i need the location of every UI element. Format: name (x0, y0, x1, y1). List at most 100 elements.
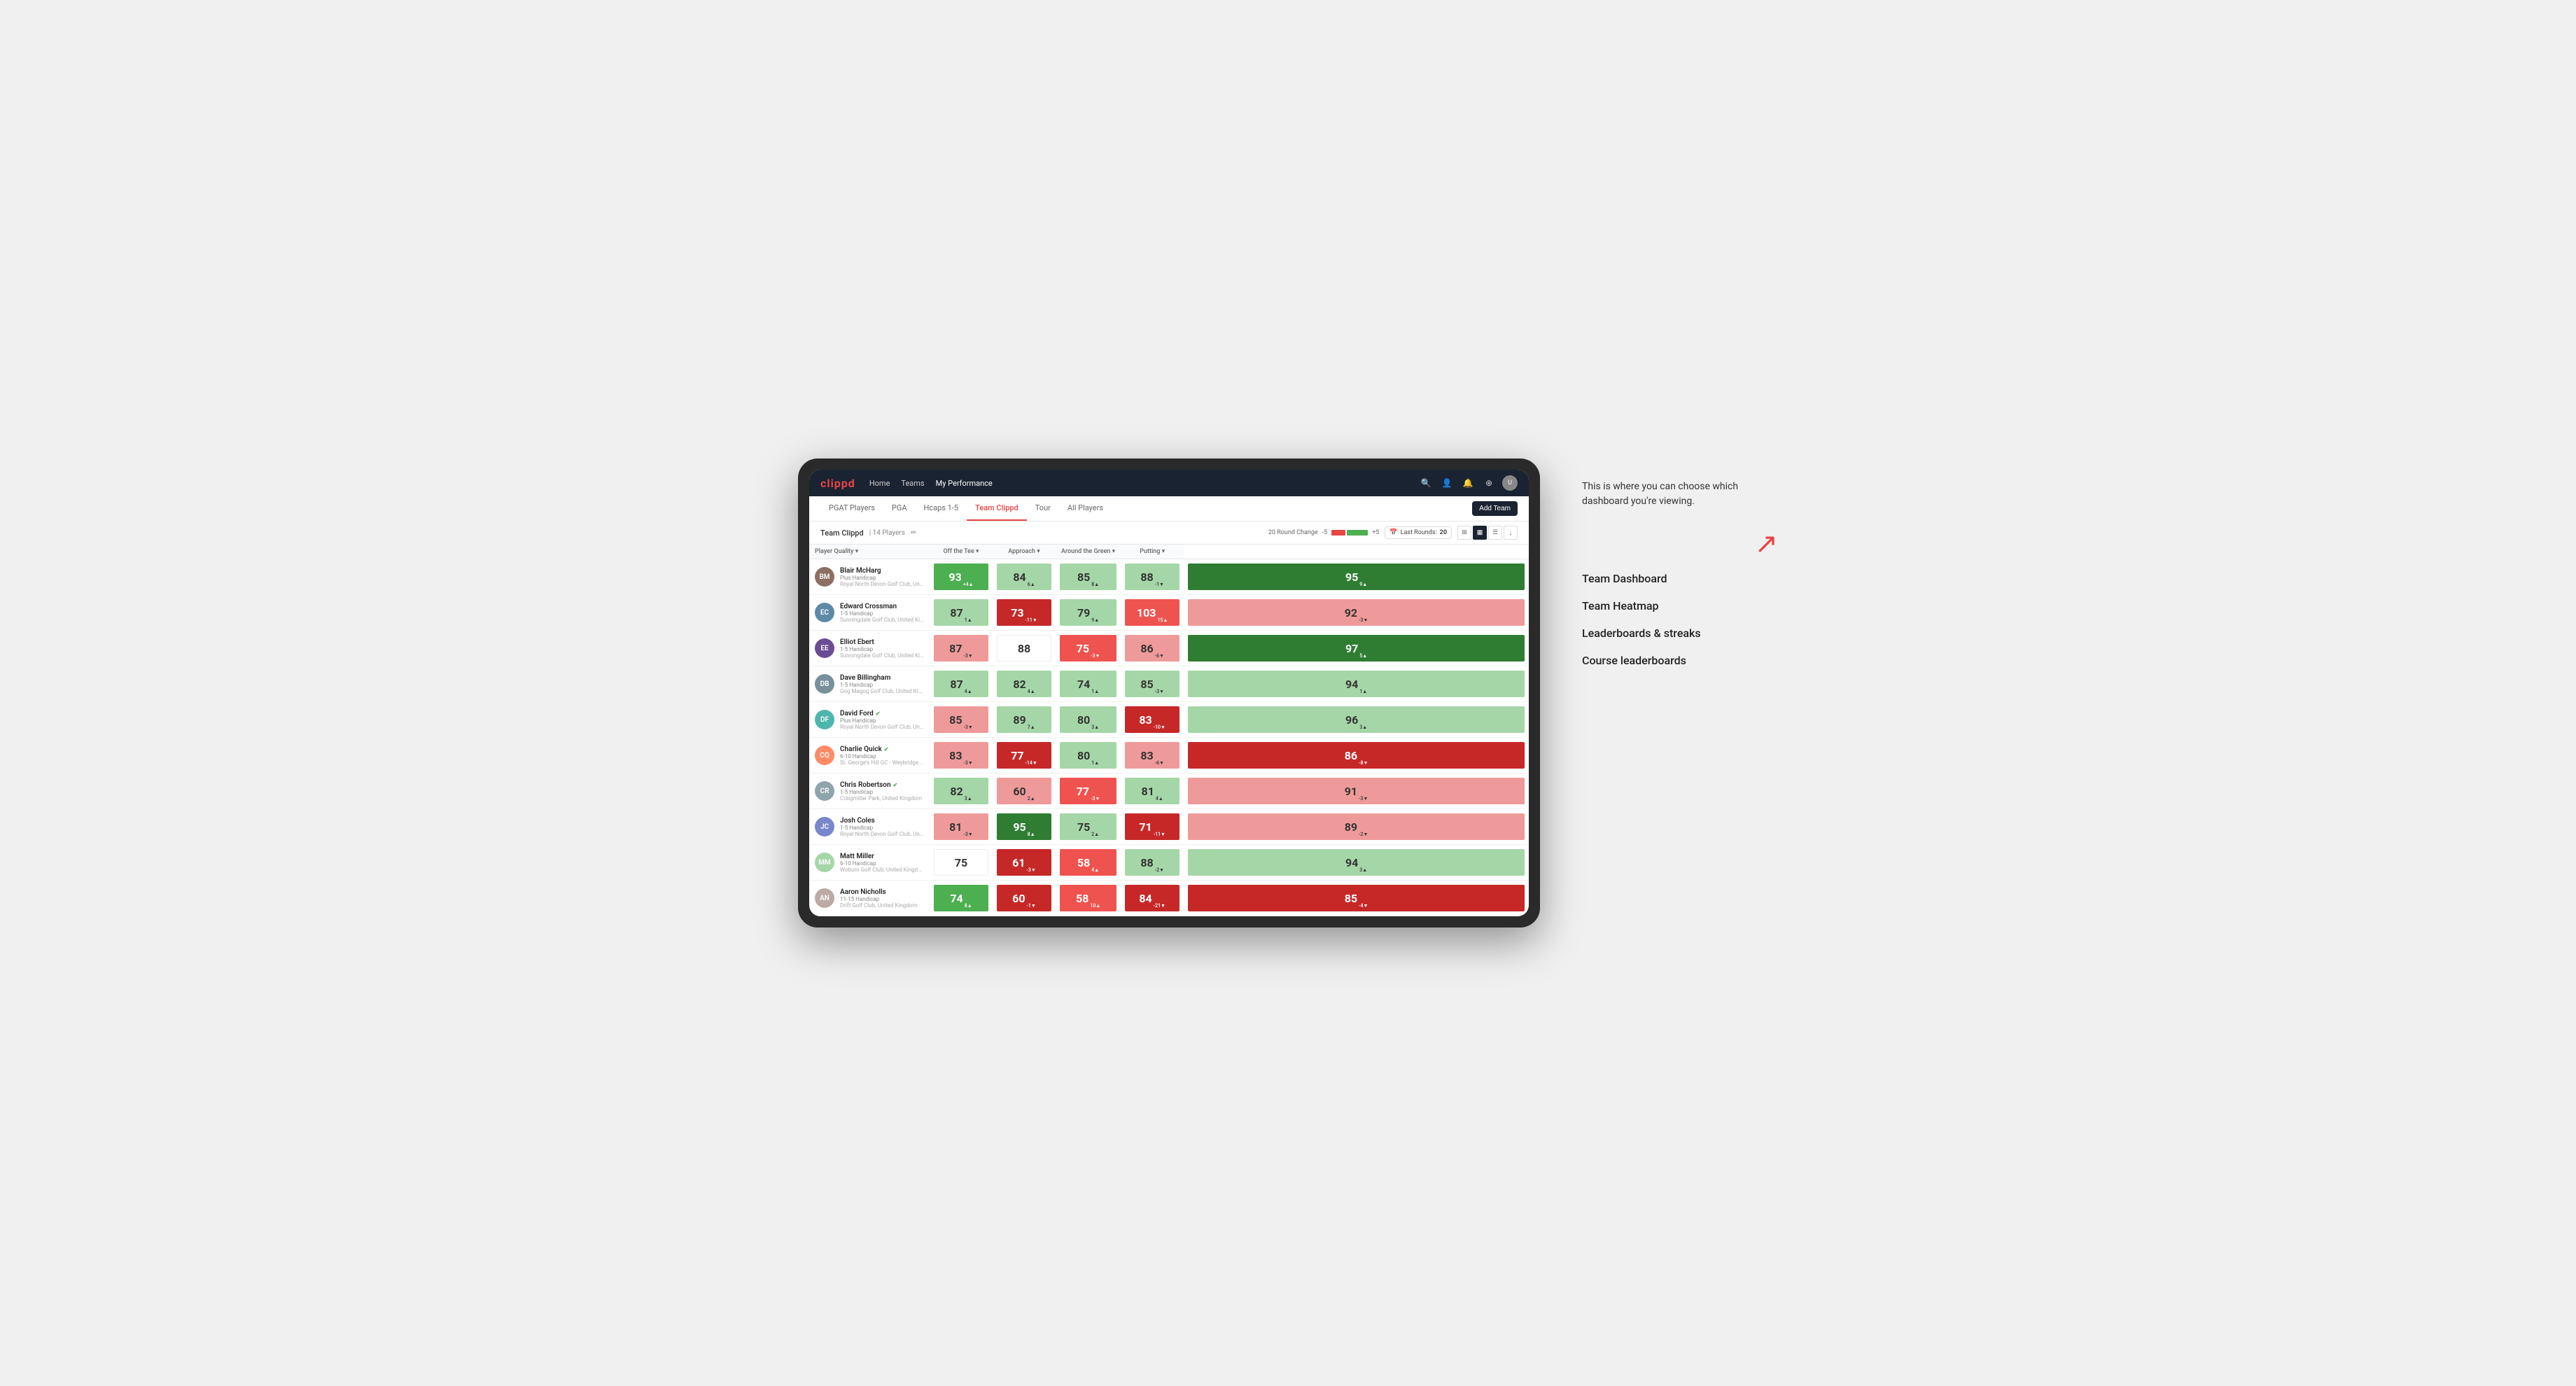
tab-hcaps[interactable]: Hcaps 1-5 (916, 496, 967, 521)
nav-teams[interactable]: Teams (901, 479, 924, 488)
score-value: 93 (948, 570, 961, 584)
table-container: Player Quality ▾ Off the Tee ▾ Approach … (809, 545, 1529, 916)
search-icon[interactable]: 🔍 (1418, 475, 1434, 491)
view-grid-button[interactable]: ⊞ (1457, 526, 1471, 540)
player-handicap: Plus Handicap (840, 718, 924, 724)
score-change: -3▼ (964, 653, 973, 662)
annotation-option-2[interactable]: Leaderboards & streaks (1582, 626, 1778, 640)
score-cell-p8-s3: 88 -2▼ (1121, 845, 1184, 881)
player-club: Gog Magog Golf Club, United Kingdom (840, 688, 924, 694)
player-avatar: CQ (815, 746, 834, 765)
score-change: 8▲ (1091, 582, 1099, 590)
annotation-intro: This is where you can choose which dashb… (1582, 479, 1778, 509)
player-handicap: 6-10 Handicap (840, 753, 924, 760)
annotation-panel: This is where you can choose which dashb… (1582, 458, 1778, 667)
table-row[interactable]: DF David Ford ✔ Plus Handicap Royal Nort… (809, 702, 1529, 738)
score-change: -1▼ (1027, 903, 1036, 911)
player-avatar: EC (815, 603, 834, 622)
score-value: 80 (1077, 749, 1090, 762)
score-value: 89 (1013, 713, 1026, 727)
col-header-approach[interactable]: Approach ▾ (993, 545, 1056, 559)
neg-label: -5 (1322, 529, 1328, 536)
score-change: -2▼ (1359, 832, 1368, 840)
tab-all-players[interactable]: All Players (1059, 496, 1112, 521)
nav-my-performance[interactable]: My Performance (936, 479, 993, 488)
table-row[interactable]: BM Blair McHarg Plus Handicap Royal Nort… (809, 559, 1529, 595)
nav-home[interactable]: Home (869, 479, 890, 488)
bell-icon[interactable]: 🔔 (1460, 475, 1476, 491)
score-box: 80 1▲ (1060, 742, 1116, 769)
tab-team-clippd[interactable]: Team Clippd (967, 496, 1027, 521)
table-row[interactable]: MM Matt Miller 6-10 Handicap Woburn Golf… (809, 845, 1529, 881)
col-header-putting[interactable]: Putting ▾ (1121, 545, 1184, 559)
table-row[interactable]: CQ Charlie Quick ✔ 6-10 Handicap St. Geo… (809, 738, 1529, 774)
player-avatar: CR (815, 781, 834, 801)
score-cell-p5-s4: 86 -8▼ (1184, 738, 1529, 774)
annotation-option-0[interactable]: Team Dashboard (1582, 572, 1778, 585)
table-row[interactable]: AN Aaron Nicholls 11-15 Handicap Drift G… (809, 881, 1529, 916)
score-value: 75 (1077, 642, 1089, 655)
score-change: 4▲ (1156, 796, 1163, 804)
score-change: -2▼ (1155, 867, 1164, 876)
last-rounds-button[interactable]: 📅 Last Rounds: 20 (1385, 526, 1452, 539)
score-change: -3▼ (964, 832, 973, 840)
score-change: -21▼ (1154, 903, 1166, 911)
add-team-button[interactable]: Add Team (1472, 501, 1518, 516)
player-club: Craigmillar Park, United Kingdom (840, 795, 922, 802)
score-value: 74 (950, 892, 962, 905)
score-change: 15▲ (1157, 617, 1168, 626)
score-cell-p3-s0: 87 4▲ (930, 666, 993, 702)
score-change: -3▼ (1155, 689, 1164, 697)
edit-icon[interactable]: ✏ (911, 529, 916, 537)
person-icon[interactable]: 👤 (1439, 475, 1455, 491)
annotation-option-3[interactable]: Course leaderboards (1582, 654, 1778, 667)
col-header-around-green[interactable]: Around the Green ▾ (1056, 545, 1121, 559)
table-row[interactable]: DB Dave Billingham 1-5 Handicap Gog Mago… (809, 666, 1529, 702)
player-name: Dave Billingham (840, 674, 924, 682)
score-cell-p0-s1: 84 6▲ (993, 559, 1056, 595)
score-cell-p2-s2: 75 -3▼ (1056, 631, 1121, 666)
circle-plus-icon[interactable]: ⊕ (1481, 475, 1497, 491)
tab-tour[interactable]: Tour (1027, 496, 1059, 521)
player-club: St. George's Hill GC - Weybridge - Surre… (840, 760, 924, 766)
sub-nav: PGAT Players PGA Hcaps 1-5 Team Clippd T… (809, 496, 1529, 522)
table-row[interactable]: JC Josh Coles 1-5 Handicap Royal North D… (809, 809, 1529, 845)
annotation-list: Team Dashboard Team Heatmap Leaderboards &… (1582, 572, 1778, 667)
view-list-button[interactable]: ☰ (1488, 526, 1502, 540)
score-box: 93 +4▲ (934, 564, 988, 590)
nav-icons: 🔍 👤 🔔 ⊕ U (1418, 475, 1518, 491)
score-box: 86 -6▼ (1125, 635, 1180, 662)
score-box: 88 (997, 635, 1051, 662)
score-value: 80 (1077, 713, 1090, 727)
annotation-option-1[interactable]: Team Heatmap (1582, 599, 1778, 612)
view-export-button[interactable]: ↓ (1504, 526, 1518, 540)
score-box: 81 4▲ (1125, 778, 1180, 804)
score-change: -11▼ (1154, 832, 1166, 840)
table-row[interactable]: EC Edward Crossman 1-5 Handicap Sunningd… (809, 595, 1529, 631)
tab-pga[interactable]: PGA (883, 496, 916, 521)
team-header: Team Clippd | 14 Players ✏ 20 Round Chan… (809, 522, 1529, 545)
score-box: 89 7▲ (997, 706, 1051, 733)
col-header-off-tee[interactable]: Off the Tee ▾ (930, 545, 993, 559)
table-row[interactable]: EE Elliot Ebert 1-5 Handicap Sunningdale… (809, 631, 1529, 666)
table-row[interactable]: CR Chris Robertson ✔ 1-5 Handicap Craigm… (809, 774, 1529, 809)
user-avatar[interactable]: U (1502, 475, 1518, 491)
view-heatmap-button[interactable]: ▦ (1473, 526, 1487, 540)
player-info: Charlie Quick ✔ 6-10 Handicap St. George… (840, 746, 924, 766)
player-cell-2: EE Elliot Ebert 1-5 Handicap Sunningdale… (809, 631, 930, 666)
score-change: +4▲ (963, 582, 974, 590)
score-cell-p3-s1: 82 4▲ (993, 666, 1056, 702)
score-cell-p7-s4: 89 -2▼ (1184, 809, 1529, 845)
nav-links: Home Teams My Performance (869, 479, 1404, 488)
score-box: 75 -3▼ (1060, 635, 1116, 662)
player-cell-3: DB Dave Billingham 1-5 Handicap Gog Mago… (809, 666, 930, 702)
player-avatar: DB (815, 674, 834, 694)
tab-pgat-players[interactable]: PGAT Players (820, 496, 883, 521)
round-change-bar (1331, 530, 1368, 536)
score-value: 86 (1345, 749, 1357, 762)
player-info: Edward Crossman 1-5 Handicap Sunningdale… (840, 603, 924, 623)
score-value: 87 (950, 606, 962, 620)
col-header-player[interactable]: Player Quality ▾ (809, 545, 930, 559)
player-name: Blair McHarg (840, 567, 924, 575)
score-box: 94 3▲ (1188, 849, 1525, 876)
